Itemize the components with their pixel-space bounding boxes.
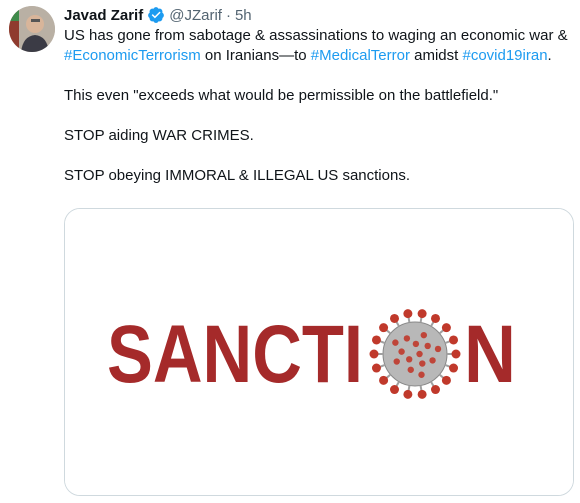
author-name[interactable]: Javad Zarif xyxy=(64,7,143,24)
avatar[interactable] xyxy=(9,6,55,52)
tweet[interactable]: Javad Zarif @JZarif · 5h US has gone fro… xyxy=(0,0,580,503)
timestamp[interactable]: 5h xyxy=(235,7,252,24)
text-segment: . xyxy=(547,47,552,64)
tweet-paragraph-4: STOP obeying IMMORAL & ILLEGAL US sancti… xyxy=(64,167,410,184)
hashtag-covid19iran[interactable]: #covid19iran xyxy=(462,47,547,64)
text-segment: on Iranians—to xyxy=(200,47,311,64)
author-handle[interactable]: @JZarif xyxy=(169,7,222,24)
tweet-media-image[interactable]: SANCTI N xyxy=(64,208,574,496)
tweet-paragraph-1: US has gone from sabotage & assassinatio… xyxy=(64,26,574,66)
text-segment: US has gone from sabotage & assassinatio… xyxy=(64,27,568,44)
tweet-text: US has gone from sabotage & assassinatio… xyxy=(64,26,574,186)
hashtag-medical-terror[interactable]: #MedicalTerror xyxy=(311,47,410,64)
sanction-word-right: N xyxy=(464,309,516,400)
text-segment: amidst xyxy=(409,47,463,64)
separator-dot: · xyxy=(225,6,231,24)
sanction-word-left: SANCTI xyxy=(107,309,363,400)
verified-badge-icon xyxy=(147,6,165,24)
tweet-header: Javad Zarif @JZarif · 5h xyxy=(64,5,252,25)
tweet-paragraph-2: This even "exceeds what would be permiss… xyxy=(64,87,499,104)
tweet-paragraph-3: STOP aiding WAR CRIMES. xyxy=(64,127,254,144)
hashtag-economic-terrorism[interactable]: #EconomicTerrorism xyxy=(64,47,201,64)
